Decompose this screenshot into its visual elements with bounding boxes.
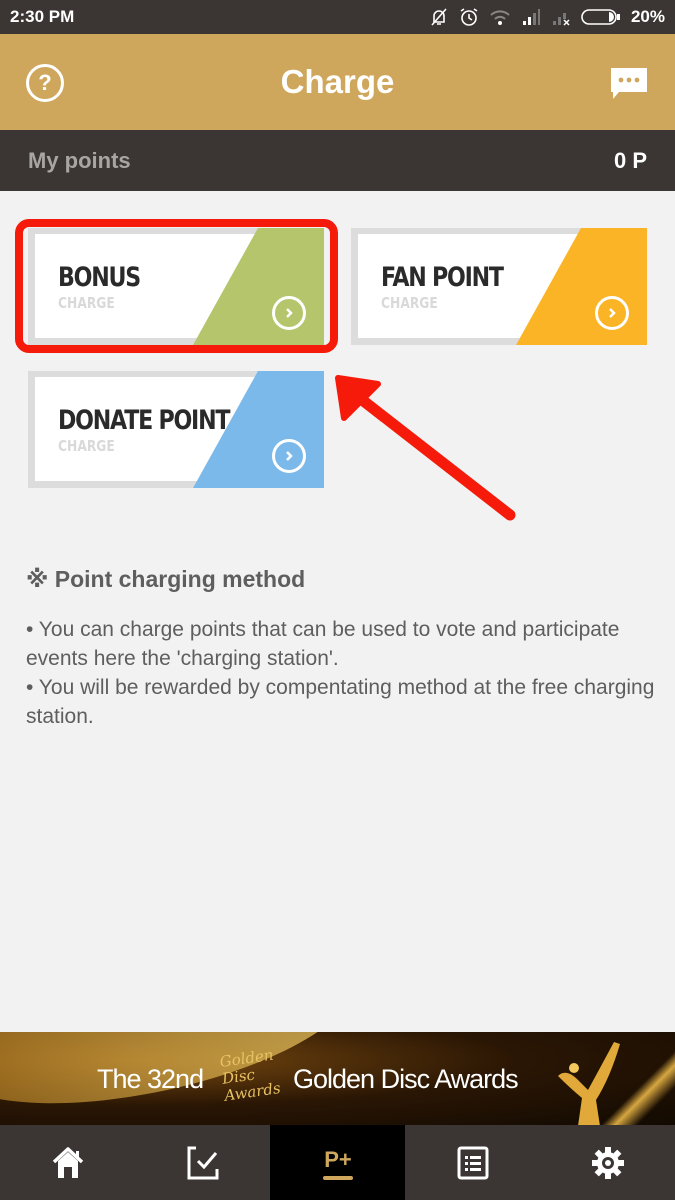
my-points-value: 0 P xyxy=(613,147,647,173)
tab-home[interactable] xyxy=(0,1125,135,1200)
card-subtitle: CHARGE xyxy=(58,294,115,312)
red-arrow-annotation xyxy=(335,375,516,521)
home-icon xyxy=(52,1146,83,1178)
card-subtitle: CHARGE xyxy=(58,437,115,455)
point-charge-icon: P+ xyxy=(322,1147,353,1180)
chat-bubble-icon xyxy=(611,68,647,99)
fan-point-charge-card[interactable]: FAN POINT CHARGE xyxy=(351,228,647,345)
info-heading: ※ Point charging method xyxy=(26,566,306,592)
alarm-icon xyxy=(459,7,479,27)
signal-icon xyxy=(521,8,541,26)
my-points-bar: My points 0 P xyxy=(0,130,675,191)
svg-text:P+: P+ xyxy=(324,1147,352,1172)
tab-vote[interactable] xyxy=(135,1125,270,1200)
chevron-right-circle-icon xyxy=(272,439,306,473)
info-line: • You can charge points that can be used… xyxy=(26,618,620,670)
vote-check-icon xyxy=(187,1146,218,1179)
point-charging-info: ※ Point charging method • You can charge… xyxy=(26,566,656,731)
card-title: FAN POINT xyxy=(381,262,504,293)
status-bar: 2:30 PM 20% xyxy=(0,0,675,34)
donate-point-charge-card[interactable]: DONATE POINT CHARGE xyxy=(28,371,324,488)
settings-gear-icon xyxy=(591,1146,624,1179)
list-icon xyxy=(457,1146,488,1179)
status-time: 2:30 PM xyxy=(10,7,75,26)
battery-percent: 20% xyxy=(630,7,665,26)
info-line: • You will be rewarded by compentating m… xyxy=(26,676,655,728)
no-signal-icon xyxy=(551,8,571,26)
card-title: DONATE POINT xyxy=(58,405,230,436)
tab-list[interactable] xyxy=(405,1125,540,1200)
golden-disc-logo: Golden Disc Awards xyxy=(218,1045,282,1105)
chevron-right-circle-icon xyxy=(595,296,629,330)
chevron-right-circle-icon xyxy=(272,296,306,330)
tab-settings[interactable] xyxy=(540,1125,675,1200)
app-header: ? Charge xyxy=(0,34,675,130)
question-circle-icon: ? xyxy=(38,70,52,95)
card-title: BONUS xyxy=(58,262,141,293)
chat-button[interactable] xyxy=(609,66,649,107)
golden-disc-awards-banner[interactable]: The 32nd Golden Disc Awards Golden Disc … xyxy=(0,1032,675,1125)
battery-icon xyxy=(581,8,621,26)
card-subtitle: CHARGE xyxy=(381,294,438,312)
bonus-charge-card[interactable]: BONUS CHARGE xyxy=(28,228,324,345)
bottom-tab-bar: P+ xyxy=(0,1125,675,1200)
banner-text-left: The 32nd xyxy=(97,1064,204,1094)
trophy-icon xyxy=(558,1042,620,1125)
my-points-label: My points xyxy=(28,147,131,173)
mute-bell-icon xyxy=(429,7,449,27)
wifi-icon xyxy=(489,8,511,26)
tab-charge[interactable]: P+ xyxy=(270,1125,405,1200)
page-title: Charge xyxy=(280,63,395,100)
status-icons: 20% xyxy=(429,7,665,27)
banner-text-right: Golden Disc Awards xyxy=(293,1064,519,1094)
help-button[interactable]: ? xyxy=(26,64,64,102)
